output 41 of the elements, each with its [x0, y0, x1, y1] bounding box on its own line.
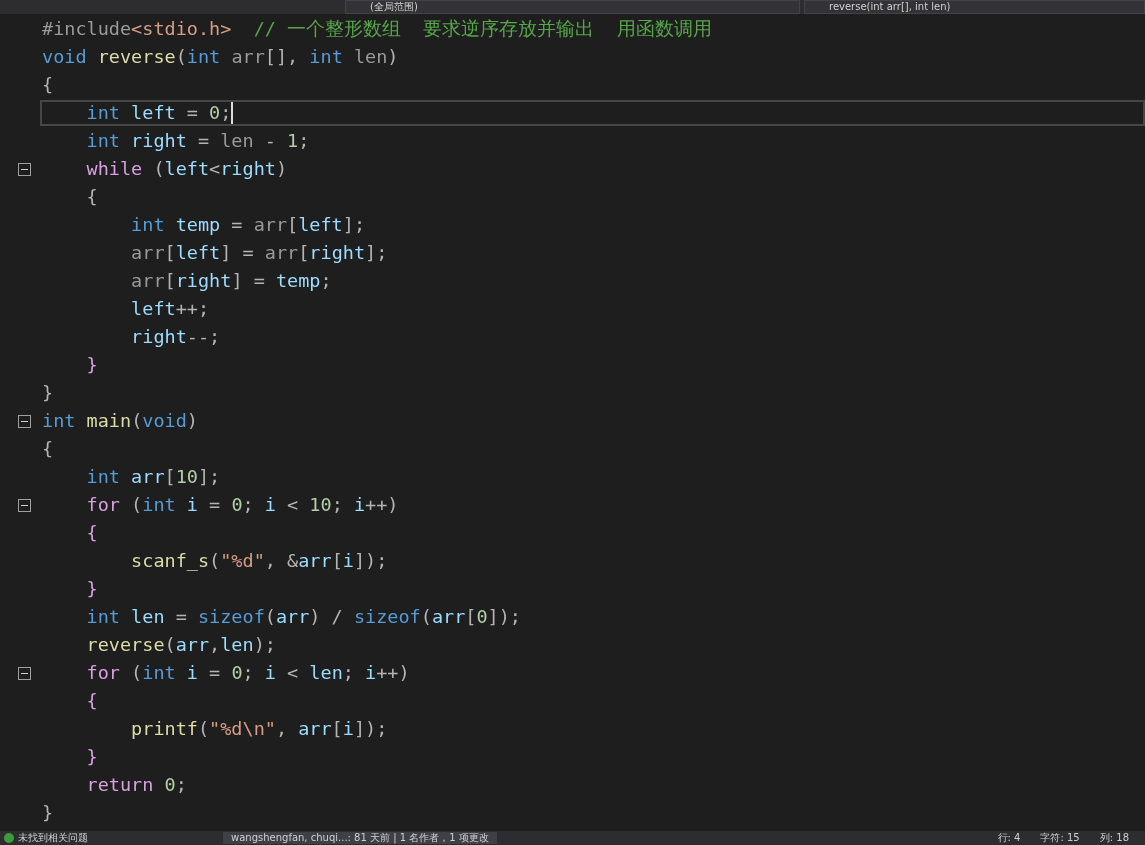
- code-line: printf("%d\n", arr[i]);: [130, 717, 389, 742]
- code-line: }: [41, 801, 55, 826]
- code-line: {: [85, 689, 99, 714]
- code-line: }: [85, 353, 99, 378]
- code-line: int arr[10];: [85, 465, 222, 490]
- code-line: return 0;: [85, 773, 188, 798]
- collapse-icon[interactable]: [18, 414, 31, 428]
- code-line: {: [41, 437, 55, 462]
- code-line: arr[left] = arr[right];: [130, 241, 389, 266]
- code-line: scanf_s("%d", &arr[i]);: [130, 549, 389, 574]
- issues-status[interactable]: 未找到相关问题: [18, 832, 223, 844]
- scope-dropdown[interactable]: (全局范围): [345, 0, 800, 14]
- code-line: int len = sizeof(arr) / sizeof(arr[0]);: [85, 605, 522, 630]
- code-line: }: [85, 577, 99, 602]
- code-line: {: [85, 521, 99, 546]
- code-line: {: [85, 185, 99, 210]
- code-line: while (left<right): [85, 157, 289, 182]
- code-line: arr[right] = temp;: [130, 269, 333, 294]
- collapse-icon[interactable]: [18, 498, 31, 512]
- collapse-icon[interactable]: [18, 162, 31, 176]
- column-status: 列: 18: [1099, 832, 1129, 844]
- code-line: #include<stdio.h> // 一个整形数组 要求逆序存放并输出 用函数调用: [41, 17, 713, 42]
- code-line: for (int i = 0; i < 10; i++): [85, 493, 400, 518]
- collapse-icon[interactable]: [18, 666, 31, 680]
- line-number-status: 行: 4: [997, 832, 1021, 844]
- check-icon: [4, 833, 14, 843]
- git-blame-info[interactable]: wangshengfan, chuqi...: 81 天前 | 1 名作者，1 项更改: [223, 832, 497, 844]
- code-line: }: [85, 745, 99, 770]
- code-line: int temp = arr[left];: [130, 213, 367, 238]
- text-cursor: [231, 102, 234, 124]
- code-line: for (int i = 0; i < len; i++): [85, 661, 411, 686]
- code-line: }: [41, 381, 55, 406]
- code-line: reverse(arr,len);: [85, 633, 277, 658]
- code-line: right--;: [130, 325, 222, 350]
- code-line: left++;: [130, 297, 211, 322]
- code-line: {: [41, 73, 55, 98]
- code-line: int right = len - 1;: [85, 129, 311, 154]
- member-dropdown[interactable]: reverse(int arr[], int len): [804, 0, 1145, 14]
- code-line: void reverse(int arr[], int len): [41, 45, 400, 70]
- char-status: 字符: 15: [1040, 832, 1080, 844]
- code-line: int main(void): [41, 409, 199, 434]
